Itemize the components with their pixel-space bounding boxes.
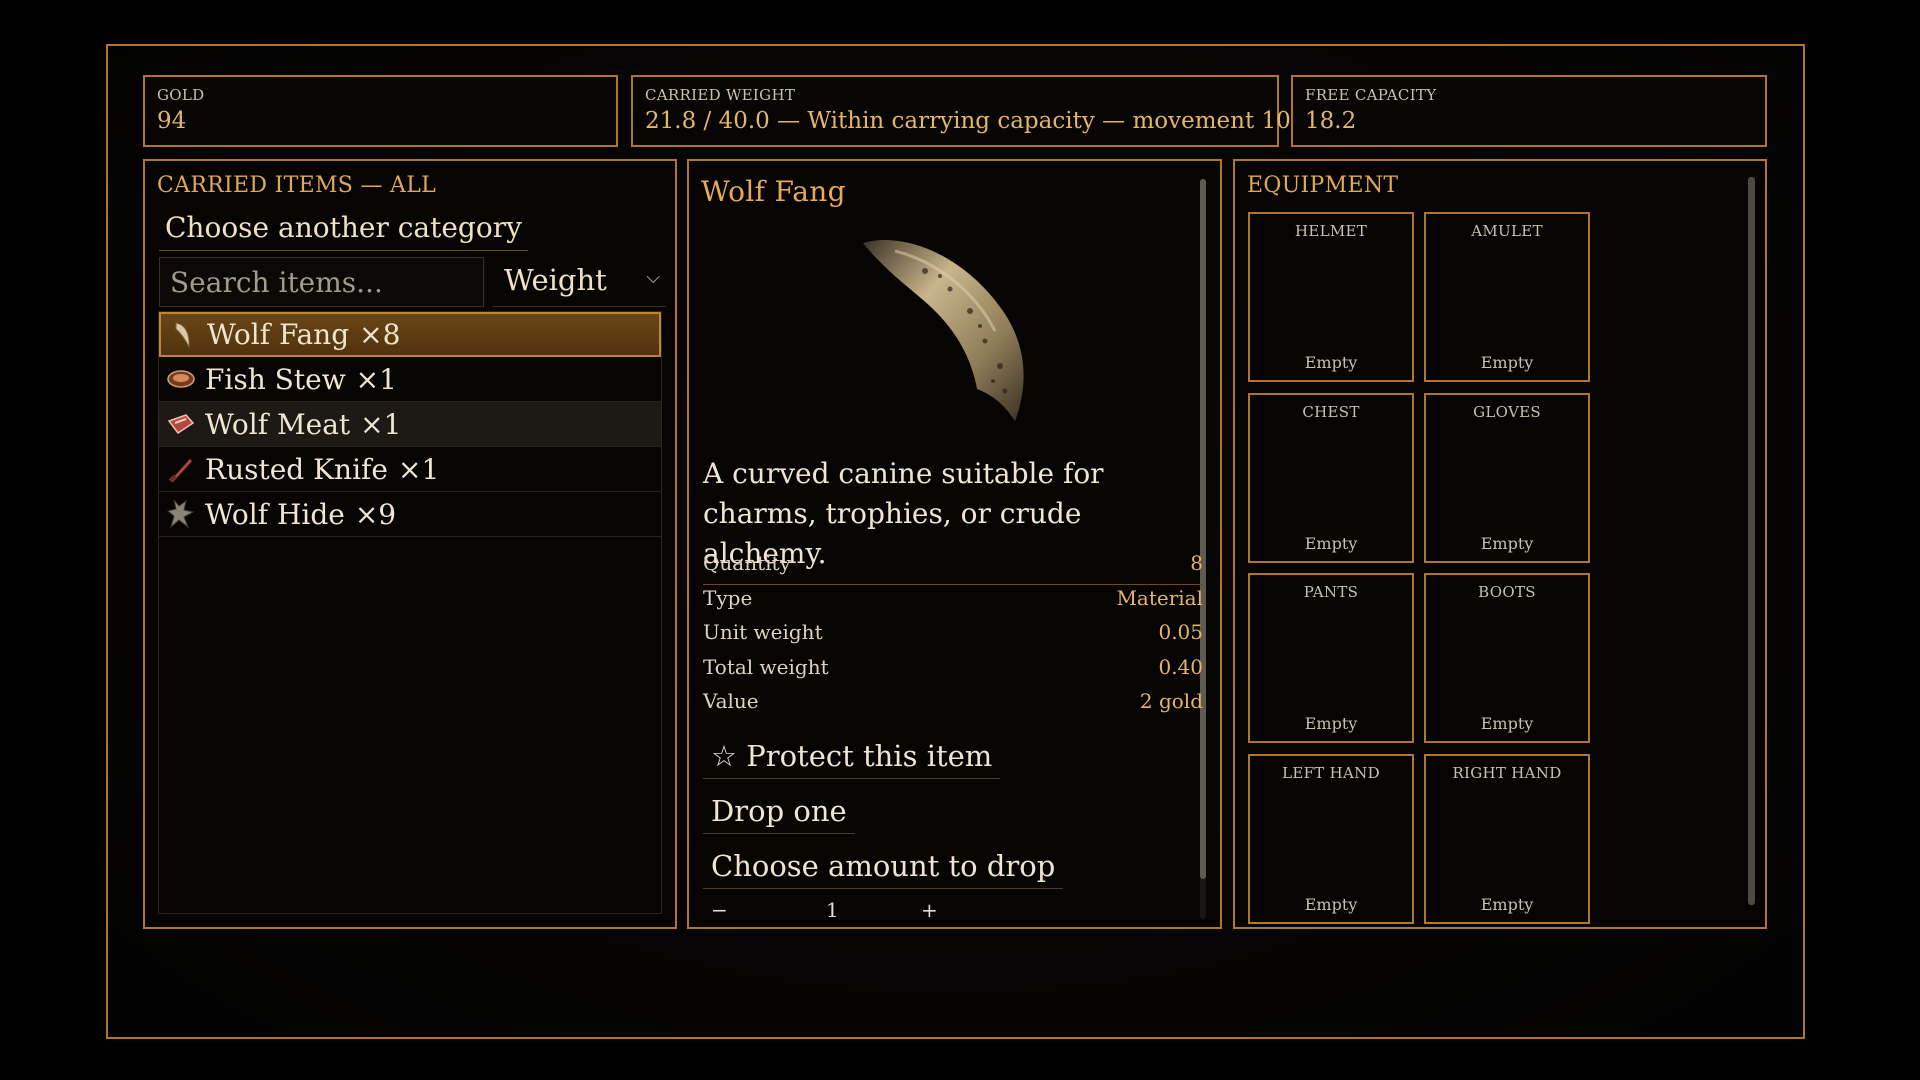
slot-label: LEFT HAND	[1282, 764, 1380, 782]
rusted-knife-icon	[165, 453, 197, 485]
prop-value: 0.40	[1158, 654, 1203, 679]
carried-items-title: CARRIED ITEMS — ALL	[157, 173, 437, 198]
list-item-fish-stew[interactable]: Fish Stew ×1	[159, 357, 661, 402]
prop-type: Type Material	[703, 586, 1203, 621]
list-item-rusted-knife[interactable]: Rusted Knife ×1	[159, 447, 661, 492]
prop-key: Type	[703, 585, 753, 610]
item-name: Wolf Hide	[205, 497, 345, 531]
slot-helmet[interactable]: HELMET Empty	[1248, 212, 1414, 382]
slot-value: Empty	[1304, 534, 1358, 553]
free-capacity-value: 18.2	[1305, 108, 1357, 134]
stepper-value: 1	[826, 898, 839, 922]
carried-weight-box: CARRIED WEIGHT 21.8 / 40.0 — Within carr…	[631, 75, 1328, 147]
item-qty: ×1	[397, 452, 440, 486]
slot-value: Empty	[1480, 895, 1534, 914]
prop-value: 8	[1190, 551, 1203, 575]
slot-chest[interactable]: CHEST Empty	[1248, 393, 1414, 563]
slot-value: Empty	[1480, 714, 1534, 733]
wolf-fang-icon	[167, 319, 199, 351]
item-qty: ×1	[355, 362, 397, 396]
item-list: Wolf Fang ×8 Fish Stew ×1 Wolf Meat ×1 R…	[158, 311, 662, 914]
gold-box: GOLD 94	[143, 75, 618, 147]
item-name: Wolf Meat	[205, 407, 351, 441]
prop-quantity: Quantity 8	[703, 551, 1203, 586]
chevron-down-icon: ⌵	[646, 267, 660, 288]
slot-label: AMULET	[1471, 222, 1543, 240]
item-name: Wolf Fang	[207, 318, 350, 351]
search-input[interactable]	[159, 257, 484, 307]
sort-select[interactable]: Weight ⌵	[492, 257, 666, 307]
prop-value: 0.05	[1158, 620, 1203, 644]
prop-key: Value	[703, 689, 759, 713]
list-item-wolf-hide[interactable]: Wolf Hide ×9	[159, 492, 661, 537]
carried-weight-label: CARRIED WEIGHT	[645, 86, 796, 104]
slot-value: Empty	[1304, 353, 1358, 372]
slot-value: Empty	[1480, 534, 1534, 553]
wolf-meat-icon	[165, 408, 197, 440]
item-qty: ×9	[354, 497, 397, 531]
slot-left-hand[interactable]: LEFT HAND Empty	[1248, 754, 1414, 924]
carried-items-panel: CARRIED ITEMS — ALL Choose another categ…	[143, 159, 677, 929]
equipment-scrollbar[interactable]	[1748, 177, 1755, 905]
item-name: Fish Stew	[205, 362, 346, 396]
slot-gloves[interactable]: GLOVES Empty	[1424, 393, 1590, 563]
list-item-wolf-fang[interactable]: Wolf Fang ×8	[159, 312, 661, 357]
slot-amulet[interactable]: AMULET Empty	[1424, 212, 1590, 382]
drop-amount-button[interactable]: Choose amount to drop	[703, 843, 1064, 889]
slot-label: GLOVES	[1473, 403, 1541, 421]
gold-label: GOLD	[157, 86, 205, 104]
prop-value-gold: Value 2 gold	[703, 689, 1203, 724]
slot-value: Empty	[1304, 714, 1358, 733]
free-capacity-box: FREE CAPACITY 18.2	[1291, 75, 1767, 147]
slot-label: CHEST	[1302, 403, 1360, 421]
slot-label: RIGHT HAND	[1452, 764, 1562, 782]
item-qty: ×8	[359, 318, 401, 351]
free-capacity-label: FREE CAPACITY	[1305, 86, 1437, 104]
item-detail-title: Wolf Fang	[701, 175, 846, 208]
fish-stew-icon	[165, 363, 197, 395]
drop-quantity-stepper[interactable]: − 1 +	[711, 898, 971, 927]
drop-one-button[interactable]: Drop one	[703, 788, 855, 834]
prop-value: Material	[1116, 585, 1203, 610]
list-item-wolf-meat[interactable]: Wolf Meat ×1	[159, 402, 661, 447]
gold-value: 94	[157, 108, 187, 134]
prop-value: 2 gold	[1139, 689, 1203, 713]
item-qty: ×1	[360, 407, 402, 441]
prop-key: Unit weight	[703, 620, 823, 644]
slot-value: Empty	[1480, 353, 1534, 372]
slot-pants[interactable]: PANTS Empty	[1248, 573, 1414, 743]
stepper-plus-button[interactable]: +	[921, 898, 938, 922]
prop-unit-weight: Unit weight 0.05	[703, 620, 1203, 655]
choose-category-button[interactable]: Choose another category	[159, 211, 528, 251]
equipment-panel: EQUIPMENT HELMET Empty AMULET Empty CHES…	[1233, 159, 1767, 929]
stepper-minus-button[interactable]: −	[711, 898, 728, 922]
item-properties: Quantity 8 Type Material Unit weight 0.05 T…	[703, 551, 1203, 724]
slot-boots[interactable]: BOOTS Empty	[1424, 573, 1590, 743]
item-name: Rusted Knife	[205, 452, 388, 486]
slot-value: Empty	[1304, 895, 1358, 914]
slot-right-hand[interactable]: RIGHT HAND Empty	[1424, 754, 1590, 924]
prop-total-weight: Total weight 0.40	[703, 655, 1203, 690]
protect-item-button[interactable]: ☆ Protect this item	[703, 733, 1001, 779]
prop-key: Quantity	[703, 551, 791, 575]
slot-label: BOOTS	[1478, 583, 1536, 601]
wolf-fang-image	[855, 231, 1041, 431]
equipment-title: EQUIPMENT	[1247, 173, 1399, 198]
item-detail-panel: Wolf Fang A curved canine suitable for c	[687, 159, 1222, 929]
slot-label: PANTS	[1303, 583, 1359, 601]
sort-value: Weight	[504, 263, 607, 297]
slot-label: HELMET	[1294, 222, 1368, 240]
prop-key: Total weight	[703, 654, 829, 679]
wolf-hide-icon	[165, 498, 197, 530]
carried-weight-value: 21.8 / 40.0 — Within carrying capacity —…	[645, 108, 1328, 134]
